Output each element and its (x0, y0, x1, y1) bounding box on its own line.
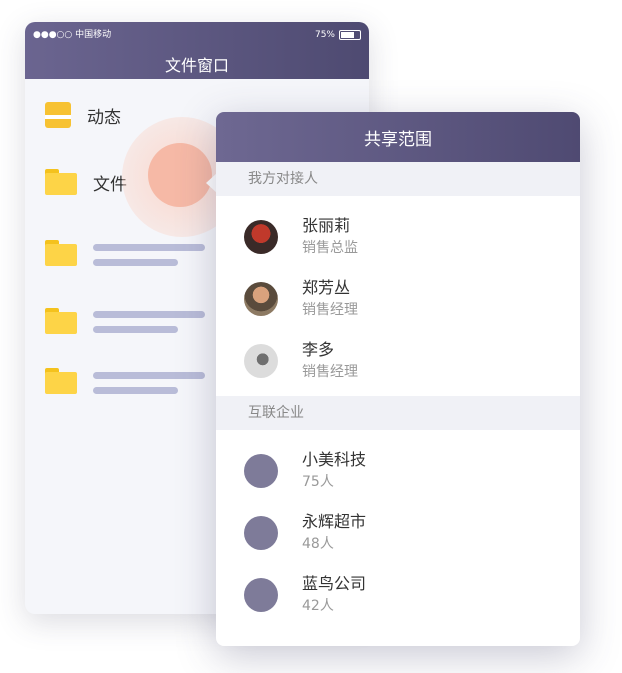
contact-name: 李多 (302, 340, 335, 359)
company-name: 小美科技 (302, 450, 367, 469)
contact-row[interactable]: 李多 销售经理 (216, 330, 580, 392)
menu-item-label: 动态 (87, 107, 121, 128)
contact-name: 张丽莉 (302, 216, 351, 235)
contact-role: 销售经理 (302, 364, 358, 380)
touch-indicator (148, 143, 212, 207)
company-avatar (244, 516, 278, 550)
contact-row[interactable]: 张丽莉 销售总监 (216, 206, 580, 268)
contact-row[interactable]: 郑芳丛 销售经理 (216, 268, 580, 330)
carrier-label: ●●●○○ 中国移动 (33, 30, 112, 40)
company-member-count: 48人 (302, 536, 334, 552)
folder-icon (45, 240, 77, 266)
page-title: 文件窗口 (164, 56, 229, 75)
battery-status: 75% (315, 28, 361, 42)
dynamic-icon (45, 102, 71, 128)
company-member-count: 75人 (302, 474, 334, 490)
company-name: 永辉超市 (302, 512, 367, 531)
avatar (244, 220, 278, 254)
company-name: 蓝鸟公司 (302, 574, 367, 593)
section-our-contacts: 我方对接人 (216, 162, 580, 196)
popup-title: 共享范围 (216, 112, 580, 162)
folder-icon (45, 169, 77, 195)
contact-role: 销售总监 (302, 240, 358, 256)
company-member-count: 42人 (302, 598, 334, 614)
battery-icon (339, 29, 361, 40)
avatar (244, 282, 278, 316)
company-avatar (244, 578, 278, 612)
section-connected-companies: 互联企业 (216, 396, 580, 430)
placeholder-bar (93, 387, 178, 394)
menu-item-dynamic[interactable]: 动态 (45, 100, 121, 130)
folder-icon (45, 368, 77, 394)
folder-row-placeholder[interactable] (45, 306, 77, 336)
menu-item-files[interactable]: 文件 (45, 167, 127, 197)
placeholder-bar (93, 372, 205, 379)
company-avatar (244, 454, 278, 488)
contact-name: 郑芳丛 (302, 278, 351, 297)
folder-row-placeholder[interactable] (45, 366, 77, 396)
share-scope-popup: 共享范围 我方对接人 张丽莉 销售总监 郑芳丛 销售经理 李多 销售经理 互联企… (216, 112, 580, 646)
placeholder-bar (93, 326, 178, 333)
folder-icon (45, 308, 77, 334)
placeholder-bar (93, 244, 205, 251)
status-bar: ●●●○○ 中国移动 75% (33, 28, 361, 42)
company-row[interactable]: 小美科技 75人 (216, 440, 580, 502)
placeholder-bar (93, 259, 178, 266)
folder-row-placeholder[interactable] (45, 238, 77, 268)
battery-percent: 75% (314, 30, 335, 40)
phone-header: ●●●○○ 中国移动 75% 文件窗口 (25, 22, 369, 79)
placeholder-bar (93, 311, 205, 318)
company-row[interactable]: 永辉超市 48人 (216, 502, 580, 564)
avatar (244, 344, 278, 378)
contact-role: 销售经理 (302, 302, 358, 318)
company-row[interactable]: 蓝鸟公司 42人 (216, 564, 580, 626)
